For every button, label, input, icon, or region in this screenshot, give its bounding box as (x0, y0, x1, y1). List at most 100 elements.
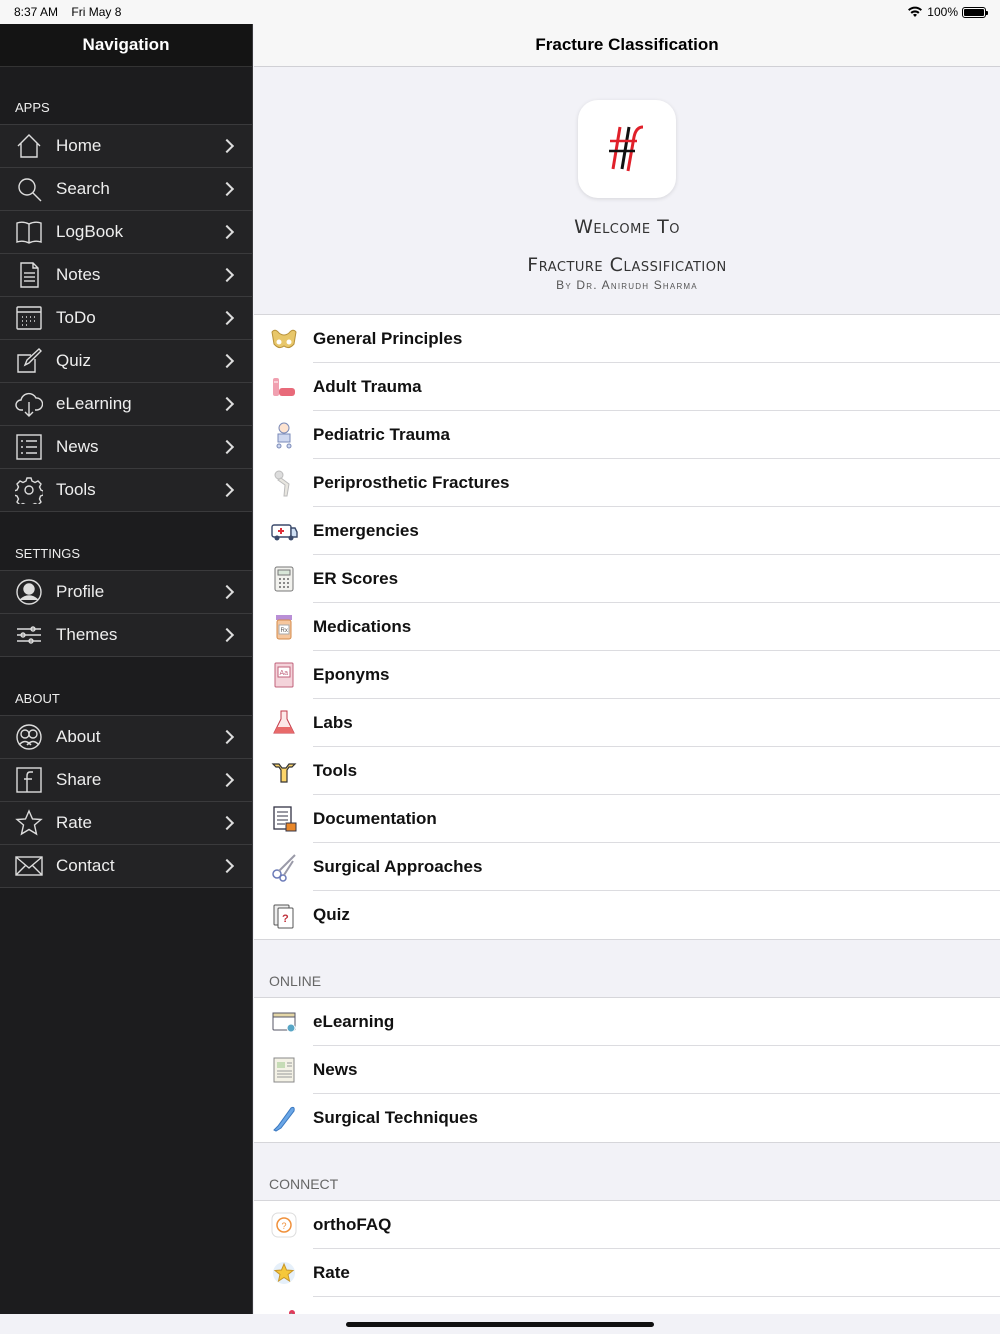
chevron-right-icon (219, 310, 235, 326)
pelvis-icon (254, 324, 313, 354)
sidebar-item-themes[interactable]: Themes (0, 613, 252, 656)
sidebar-item-notes[interactable]: Notes (0, 253, 252, 296)
list-item-label: Eponyms (313, 665, 390, 684)
newspaper-icon (254, 1055, 313, 1085)
flask-icon (254, 708, 313, 738)
sidebar-item-contact[interactable]: Contact (0, 844, 252, 887)
sidebar-item-home[interactable]: Home (0, 124, 252, 167)
svg-text:Aa: Aa (279, 670, 288, 677)
hip-implant-icon (254, 468, 313, 498)
list-item-quiz[interactable]: ? Quiz (254, 891, 1000, 939)
chevron-right-icon (219, 858, 235, 874)
mail-icon (14, 851, 44, 881)
chevron-right-icon (219, 482, 235, 498)
wrench-icon (254, 756, 313, 786)
list-item-label: eLearning (313, 1012, 395, 1031)
sidebar-item-share[interactable]: Share (0, 758, 252, 801)
list-item-label: Labs (313, 713, 353, 732)
list-item-orthofaq[interactable]: ? orthoFAQ (254, 1201, 1000, 1249)
list-item-adult-trauma[interactable]: Adult Trauma (254, 363, 1000, 411)
sidebar-item-logbook[interactable]: LogBook (0, 210, 252, 253)
sidebar-item-about[interactable]: About (0, 715, 252, 758)
chevron-right-icon (219, 584, 235, 600)
list-item-label: Surgical Techniques (313, 1108, 479, 1127)
chevron-right-icon (219, 815, 235, 831)
calculator-icon (254, 564, 313, 594)
main-panel: Fracture Classification Welcome To Fract… (254, 24, 1000, 1314)
list-item-periprosthetic-fractures[interactable]: Periprosthetic Fractures (254, 459, 1000, 507)
scalpel-icon (254, 1103, 313, 1133)
sidebar-section-settings: Profile Themes (0, 570, 252, 657)
list-item-tools[interactable]: Tools (254, 747, 1000, 795)
sidebar-item-label: Share (56, 770, 102, 789)
sidebar-item-label: About (56, 727, 101, 746)
cloud-download-icon (14, 389, 44, 419)
list-item-rate[interactable]: Rate (254, 1249, 1000, 1297)
list-item-medications[interactable]: Rx Medications (254, 603, 1000, 651)
sidebar-item-label: Themes (56, 625, 118, 644)
sidebar-item-search[interactable]: Search (0, 167, 252, 210)
list-item-label: orthoFAQ (313, 1215, 392, 1234)
section-title: ONLINE (269, 973, 322, 989)
list-item-elearning[interactable]: eLearning (254, 998, 1000, 1046)
sidebar-item-label: Rate (56, 813, 92, 832)
welcome-line-2: Fracture Classification (527, 254, 727, 276)
chevron-right-icon (219, 224, 235, 240)
edit-icon (14, 346, 44, 376)
sidebar-item-label: Tools (56, 480, 96, 499)
list-item-label: Documentation (313, 809, 437, 828)
home-icon (14, 131, 44, 161)
wifi-icon (908, 6, 923, 18)
list-item-surgical-approaches[interactable]: Surgical Approaches (254, 843, 1000, 891)
sidebar-item-quiz[interactable]: Quiz (0, 339, 252, 382)
battery-percent: 100% (927, 5, 958, 19)
svg-text:?: ? (281, 1221, 286, 1231)
sidebar-section-about: About Share Rate Contact (0, 715, 252, 888)
app-logo-icon (578, 100, 676, 198)
sidebar-item-elearning[interactable]: eLearning (0, 382, 252, 425)
sidebar-section-title: SETTINGS (15, 546, 81, 561)
list-item-emergencies[interactable]: Emergencies (254, 507, 1000, 555)
list-item-labs[interactable]: Labs (254, 699, 1000, 747)
cast-icon (254, 372, 313, 402)
sidebar-item-todo[interactable]: ToDo (0, 296, 252, 339)
pill-bottle-icon: Rx (254, 612, 313, 642)
list-item-share[interactable]: Share (254, 1297, 1000, 1314)
list-item-surgical-techniques[interactable]: Surgical Techniques (254, 1094, 1000, 1142)
notes-icon (14, 260, 44, 290)
sidebar-item-label: Home (56, 136, 102, 155)
list-item-general-principles[interactable]: General Principles (254, 315, 1000, 363)
list-item-eponyms[interactable]: Aa Eponyms (254, 651, 1000, 699)
svg-text:?: ? (282, 913, 289, 925)
sidebar-item-label: ToDo (56, 308, 96, 327)
menu-list: General Principles Adult Trauma Pediatric … (254, 314, 1000, 940)
chevron-right-icon (219, 729, 235, 745)
welcome-header: Welcome To Fracture Classification By Dr… (254, 67, 1000, 314)
list-item-er-scores[interactable]: ER Scores (254, 555, 1000, 603)
list-item-label: ER Scores (313, 569, 399, 588)
sidebar-item-news[interactable]: News (0, 425, 252, 468)
section-title: CONNECT (269, 1176, 339, 1192)
sidebar-section-title: ABOUT (15, 691, 60, 706)
list-item-label: Pediatric Trauma (313, 425, 451, 444)
list-item-news[interactable]: News (254, 1046, 1000, 1094)
sidebar-item-tools[interactable]: Tools (0, 468, 252, 511)
sidebar-item-profile[interactable]: Profile (0, 570, 252, 613)
list-item-pediatric-trauma[interactable]: Pediatric Trauma (254, 411, 1000, 459)
sliders-icon (14, 620, 44, 650)
chevron-right-icon (219, 772, 235, 788)
status-date: Fri May 8 (71, 5, 122, 19)
sidebar-item-rate[interactable]: Rate (0, 801, 252, 844)
chevron-right-icon (219, 627, 235, 643)
dictionary-icon: Aa (254, 660, 313, 690)
welcome-author: By Dr. Anirudh Sharma (556, 278, 698, 292)
chevron-right-icon (219, 353, 235, 369)
sidebar-item-label: LogBook (56, 222, 124, 241)
list-item-label: Emergencies (313, 521, 419, 540)
list-item-label: Tools (313, 761, 358, 780)
home-indicator[interactable] (346, 1322, 654, 1327)
sidebar-item-label: Notes (56, 265, 101, 284)
chevron-right-icon (219, 267, 235, 283)
sidebar-item-label: Search (56, 179, 110, 198)
list-item-documentation[interactable]: Documentation (254, 795, 1000, 843)
